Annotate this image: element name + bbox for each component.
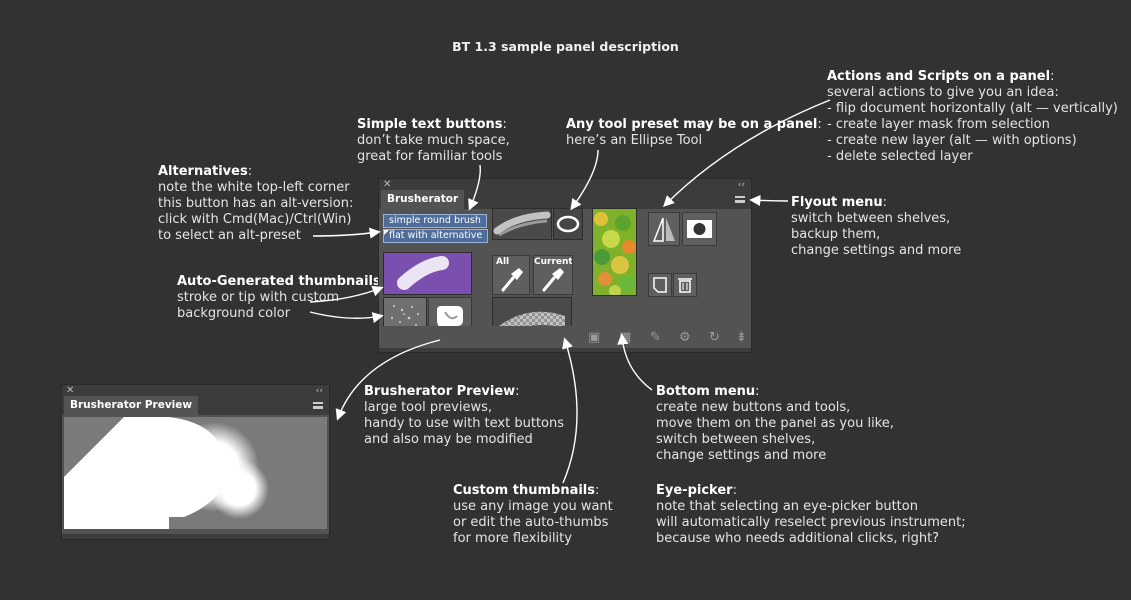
note-title: Brusherator Preview xyxy=(364,384,516,399)
collapse-icon[interactable]: ‹‹ xyxy=(738,180,745,190)
note-title: Flyout menu xyxy=(791,195,883,210)
edit-icon[interactable]: ✎ xyxy=(650,331,661,345)
resize-grip[interactable] xyxy=(62,534,329,539)
grid-icon[interactable]: ▦ xyxy=(619,331,631,345)
close-icon[interactable]: ✕ xyxy=(66,386,74,396)
alt-corner-icon xyxy=(384,230,389,235)
resize-grip[interactable] xyxy=(379,348,751,352)
note-flyout-menu: Flyout menu: switch between shelves, bac… xyxy=(791,195,962,258)
trash-icon xyxy=(678,278,692,293)
arrow-flyout-menu xyxy=(749,194,789,207)
new-layer-button[interactable] xyxy=(648,273,672,297)
tab-brusherator[interactable]: Brusherator xyxy=(381,190,465,209)
note-title: Bottom menu xyxy=(656,384,756,399)
note-title: Simple text buttons xyxy=(357,117,503,132)
note-line: here’s an Ellipse Tool xyxy=(566,133,703,148)
note-line: large tool previews, xyxy=(364,400,492,415)
brush-stroke-thumb-button[interactable] xyxy=(492,208,552,240)
brush-stroke-icon xyxy=(397,256,449,290)
collapse-icon[interactable]: ‹‹ xyxy=(316,386,323,396)
custom-image-thumb xyxy=(593,209,636,295)
page-title: BT 1.3 sample panel description xyxy=(452,39,679,54)
flyout-menu-icon[interactable] xyxy=(313,402,323,409)
note-title: Auto-Generated thumbnails xyxy=(177,274,381,289)
note-line: will automatically reselect previous ins… xyxy=(656,515,966,530)
note-line: move them on the panel as you like, xyxy=(656,416,894,431)
flyout-menu-icon[interactable] xyxy=(735,196,745,203)
preview-canvas[interactable] xyxy=(64,417,327,529)
note-line: backup them, xyxy=(791,227,881,242)
note-line: several actions to give you an idea: xyxy=(827,85,1059,100)
note-line: change settings and more xyxy=(791,243,962,258)
note-line: don’t take much space, xyxy=(357,133,510,148)
note-title: Actions and Scripts on a panel xyxy=(827,69,1051,84)
note-line: use any image you want xyxy=(453,499,613,514)
simple-round-brush-button[interactable]: simple round brush xyxy=(383,214,487,228)
note-line: because who needs additional clicks, rig… xyxy=(656,531,940,546)
note-auto-thumbnails: Auto-Generated thumbnails: stroke or tip… xyxy=(177,274,385,322)
flat-with-alternative-button[interactable]: flat with alternative xyxy=(383,229,489,243)
eye-picker-current-button[interactable]: Current xyxy=(533,255,573,295)
note-line: background color xyxy=(177,306,291,321)
note-line: - create new layer (alt — with options) xyxy=(827,133,1077,148)
note-bottom-menu: Bottom menu: create new buttons and tool… xyxy=(656,384,894,463)
tab-brusherator-preview[interactable]: Brusherator Preview xyxy=(64,396,199,415)
arrow-custom-thumbnails xyxy=(562,337,578,484)
note-title: Custom thumbnails xyxy=(453,483,596,498)
shelves-icon[interactable]: ⇟ xyxy=(736,331,747,345)
note-line: stroke or tip with custom xyxy=(177,290,340,305)
delete-layer-button[interactable] xyxy=(673,273,697,297)
note-title: Alternatives xyxy=(158,164,248,179)
brusherator-panel: ✕ ‹‹ Brusherator simple round brush flat… xyxy=(378,178,752,353)
note-brusherator-preview: Brusherator Preview: large tool previews… xyxy=(364,384,565,447)
eye-picker-all-label: All xyxy=(496,257,510,267)
note-line: to select an alt-preset xyxy=(158,228,301,243)
note-line: switch between shelves, xyxy=(656,432,816,447)
note-line: note the white top-left corner xyxy=(158,180,350,195)
eye-picker-all-button[interactable]: All xyxy=(492,255,530,295)
purple-stroke-thumb-button[interactable] xyxy=(383,252,472,295)
note-line: and also may be modified xyxy=(364,432,533,447)
layer-mask-button[interactable] xyxy=(682,212,717,246)
note-title: Eye-picker xyxy=(656,483,733,498)
ellipse-tool-button[interactable] xyxy=(553,208,583,240)
note-line: - create layer mask from selection xyxy=(827,117,1050,132)
note-any-tool-preset: Any tool preset may be on a panel: here’… xyxy=(566,117,822,148)
new-layer-icon xyxy=(653,277,667,293)
ellipse-tool-icon xyxy=(556,215,580,233)
note-simple-text-buttons: Simple text buttons: don’t take much spa… xyxy=(357,117,510,164)
note-line: create new buttons and tools, xyxy=(656,400,851,415)
flat-with-alternative-label: flat with alternative xyxy=(389,230,483,241)
brusherator-preview-panel: ✕ ‹‹ Brusherator Preview xyxy=(61,384,330,540)
note-actions-scripts: Actions and Scripts on a panel: several … xyxy=(827,69,1118,164)
layer-mask-icon xyxy=(687,220,712,238)
new-button-icon[interactable]: ▣ xyxy=(588,331,600,345)
note-line: - delete selected layer xyxy=(827,149,973,164)
note-alternatives: Alternatives: note the white top-left co… xyxy=(158,164,354,243)
note-line: this button has an alt-version: xyxy=(158,196,354,211)
eye-picker-current-label: Current xyxy=(534,257,573,267)
close-icon[interactable]: ✕ xyxy=(383,180,391,190)
note-line: switch between shelves, xyxy=(791,211,951,226)
note-line: handy to use with text buttons xyxy=(364,416,565,431)
gear-icon[interactable]: ⚙ xyxy=(679,331,691,345)
note-line: - flip document horizontally (alt — vert… xyxy=(827,101,1118,116)
flip-horizontal-button[interactable] xyxy=(648,212,680,246)
note-line: or edit the auto-thumbs xyxy=(453,515,609,530)
note-title: Any tool preset may be on a panel xyxy=(566,117,818,132)
note-line: change settings and more xyxy=(656,448,827,463)
brush-stroke-icon xyxy=(493,211,551,237)
note-eye-picker: Eye-picker: note that selecting an eye-p… xyxy=(656,483,966,546)
custom-image-thumb-button[interactable] xyxy=(592,208,637,296)
brush-preview-image xyxy=(64,417,269,529)
flip-horizontal-icon xyxy=(652,217,675,242)
note-line: click with Cmd(Mac)/Ctrl(Win) xyxy=(158,212,352,227)
refresh-icon[interactable]: ↻ xyxy=(709,331,720,345)
note-line: note that selecting an eye-picker button xyxy=(656,499,918,514)
note-line: for more flexibility xyxy=(453,531,572,546)
note-line: great for familiar tools xyxy=(357,149,503,164)
note-custom-thumbnails: Custom thumbnails: use any image you wan… xyxy=(453,483,613,546)
